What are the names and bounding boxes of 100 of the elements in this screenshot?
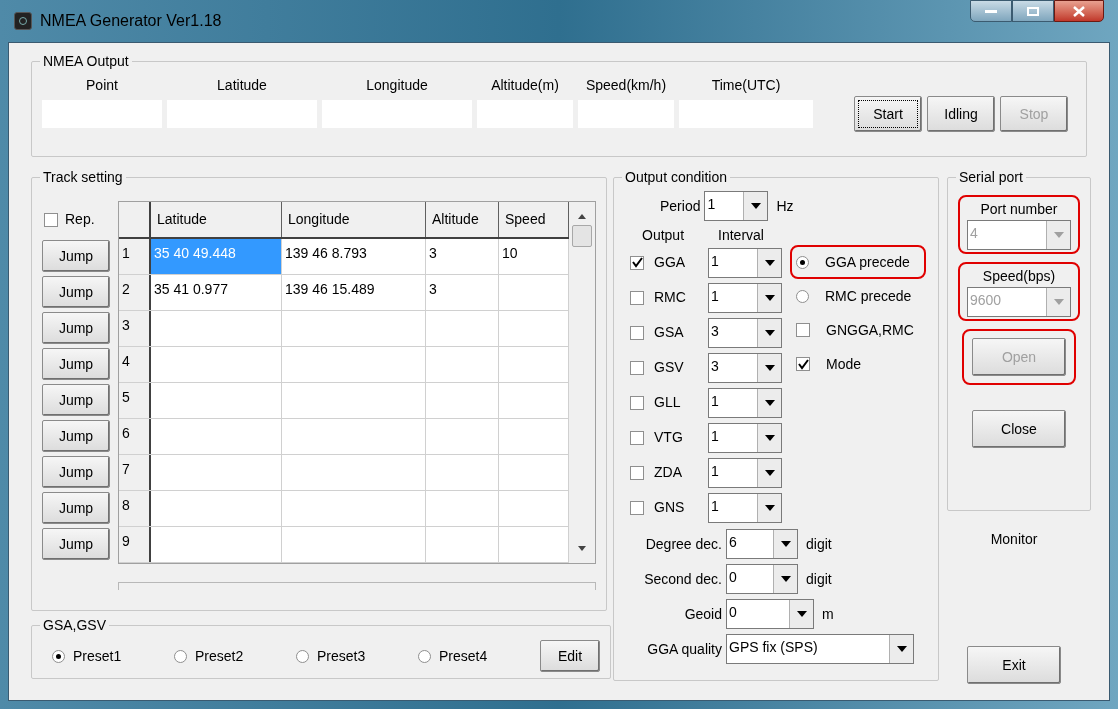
checkbox[interactable] <box>796 323 810 337</box>
group-title: GSA,GSV <box>43 617 107 633</box>
dropdown[interactable]: 3 <box>708 352 782 383</box>
radio-button[interactable] <box>174 649 187 663</box>
push-button[interactable]: Jump <box>42 384 110 416</box>
dropdown[interactable]: 1 <box>708 247 782 278</box>
checkbox[interactable] <box>44 212 58 227</box>
row-number: 9 <box>119 527 151 562</box>
radio-button[interactable] <box>418 649 431 663</box>
table-cell[interactable]: 35 41 0.977 <box>151 275 282 310</box>
table-cell[interactable]: 3 <box>426 239 499 274</box>
scroll-down-icon <box>578 546 586 551</box>
caret-icon <box>764 259 775 266</box>
field-label: Longitude <box>366 76 428 95</box>
push-button[interactable]: Jump <box>42 528 110 560</box>
column-header: Output <box>642 226 685 245</box>
caret-icon <box>764 434 775 441</box>
window-title: NMEA Generator Ver1.18 <box>40 11 222 31</box>
field-label: Latitude <box>217 76 267 95</box>
table-cell[interactable]: 139 46 8.793 <box>282 239 426 274</box>
push-button[interactable]: Start <box>854 96 922 132</box>
column-header[interactable]: Latitude <box>151 202 282 237</box>
field-label: Point <box>86 76 118 95</box>
checkbox-label: GNS <box>654 498 685 517</box>
radio-button[interactable] <box>52 649 65 663</box>
row-number: 8 <box>119 491 151 526</box>
checkbox[interactable] <box>630 290 644 305</box>
caret-icon <box>764 294 775 301</box>
scroll-thumb[interactable] <box>572 225 592 247</box>
table-cell[interactable]: 139 46 15.489 <box>282 275 426 310</box>
dropdown[interactable]: 1 <box>708 282 782 313</box>
scroll-up-icon <box>578 214 586 219</box>
group-title: Output condition <box>625 169 727 185</box>
push-button[interactable]: Edit <box>540 640 600 672</box>
dropdown[interactable]: 0 <box>726 599 814 629</box>
radio-button[interactable] <box>296 649 309 663</box>
push-button[interactable]: Exit <box>967 646 1061 684</box>
maximize-button[interactable] <box>1012 0 1054 22</box>
dropdown[interactable]: 1 <box>708 457 782 488</box>
checkbox[interactable] <box>630 430 644 445</box>
column-header[interactable]: Longitude <box>282 202 426 237</box>
checkbox[interactable] <box>630 395 644 410</box>
checkbox-label: VTG <box>654 428 683 447</box>
field-label: Degree dec. <box>644 534 722 554</box>
dropdown[interactable]: 1 <box>708 387 782 418</box>
unit-label: digit <box>806 534 832 554</box>
push-button[interactable]: Idling <box>927 96 995 132</box>
radio-button[interactable] <box>796 255 809 269</box>
caret-icon <box>780 576 791 582</box>
minimize-button[interactable] <box>970 0 1012 22</box>
push-button[interactable]: Close <box>972 410 1066 448</box>
push-button[interactable]: Jump <box>42 240 110 272</box>
radio-label: Preset3 <box>317 646 366 666</box>
checkbox[interactable] <box>630 500 644 515</box>
push-button[interactable]: Jump <box>42 456 110 488</box>
field-label: GGA quality <box>646 639 722 659</box>
checkbox[interactable] <box>630 255 644 270</box>
radio-label: Preset1 <box>73 646 122 666</box>
checkbox[interactable] <box>630 360 644 375</box>
close-button[interactable] <box>1054 0 1104 22</box>
checkbox[interactable] <box>796 357 810 371</box>
row-number: 4 <box>119 347 151 382</box>
push-button[interactable]: Jump <box>42 420 110 452</box>
dropdown[interactable]: GPS fix (SPS) <box>726 634 914 664</box>
checkbox-label: GLL <box>654 393 681 412</box>
dropdown[interactable]: 1 <box>708 422 782 453</box>
table-cell[interactable]: 3 <box>426 275 499 310</box>
row-number: 5 <box>119 383 151 418</box>
checkbox[interactable] <box>630 465 644 480</box>
column-header[interactable]: Altitude <box>426 202 499 237</box>
dropdown[interactable]: 0 <box>726 564 798 594</box>
dropdown[interactable]: 3 <box>708 317 782 348</box>
row-number: 1 <box>119 239 151 274</box>
push-button[interactable]: Jump <box>42 492 110 524</box>
column-header: Interval <box>718 226 764 245</box>
scrollbar[interactable] <box>569 202 595 563</box>
close-icon <box>1073 5 1085 17</box>
checkbox-label: RMC <box>654 288 686 307</box>
option-label: Mode <box>826 354 862 374</box>
caret-icon <box>896 646 907 652</box>
push-button[interactable]: Jump <box>42 276 110 308</box>
caret-icon <box>764 364 775 371</box>
push-button[interactable]: Jump <box>42 312 110 344</box>
radio-button[interactable] <box>796 289 809 303</box>
checkbox-label: GSV <box>654 358 684 377</box>
dropdown[interactable]: 1 <box>704 191 769 221</box>
app-icon <box>14 12 32 30</box>
radio-label: Preset2 <box>195 646 244 666</box>
option-label: GNGGA,RMC <box>826 320 914 340</box>
unit-label: Hz <box>776 196 794 216</box>
field-label: Speed(km/h) <box>585 76 667 95</box>
dropdown[interactable]: 1 <box>708 492 782 523</box>
dropdown[interactable]: 6 <box>726 529 798 559</box>
caret-icon <box>764 329 775 336</box>
field-label: Speed(bps) <box>982 267 1056 286</box>
push-button[interactable]: Jump <box>42 348 110 380</box>
group-title: Track setting <box>43 169 123 185</box>
checkbox[interactable] <box>630 325 644 340</box>
row-number: 2 <box>119 275 151 310</box>
radio-label: Preset4 <box>439 646 488 666</box>
